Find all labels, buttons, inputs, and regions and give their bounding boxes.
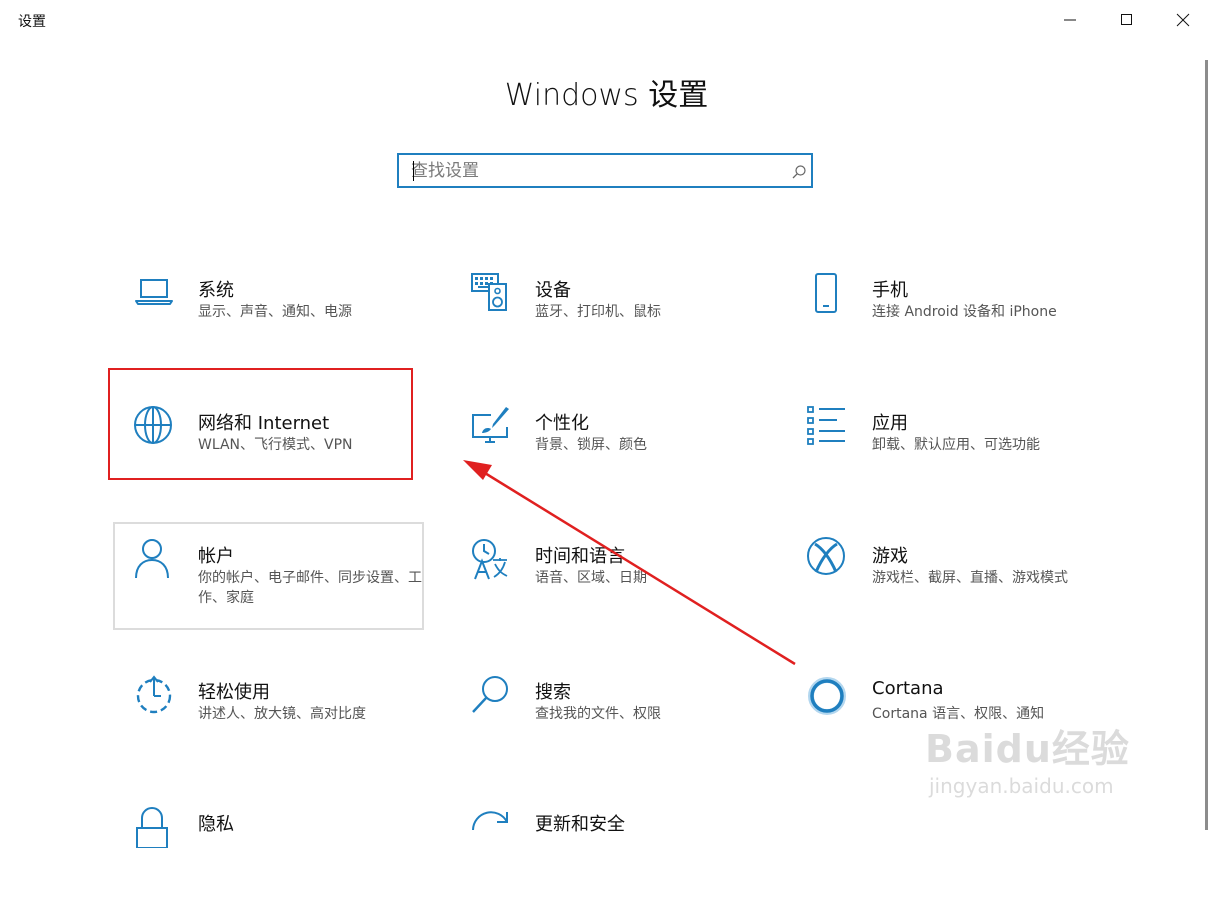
watermark-logo-text: Baidu经验 <box>925 727 1130 771</box>
annotation-arrow <box>463 460 796 666</box>
watermark-url: jingyan.baidu.com <box>929 774 1114 798</box>
baidu-watermark: Baidu经验 jingyan.baidu.com <box>925 712 1205 812</box>
